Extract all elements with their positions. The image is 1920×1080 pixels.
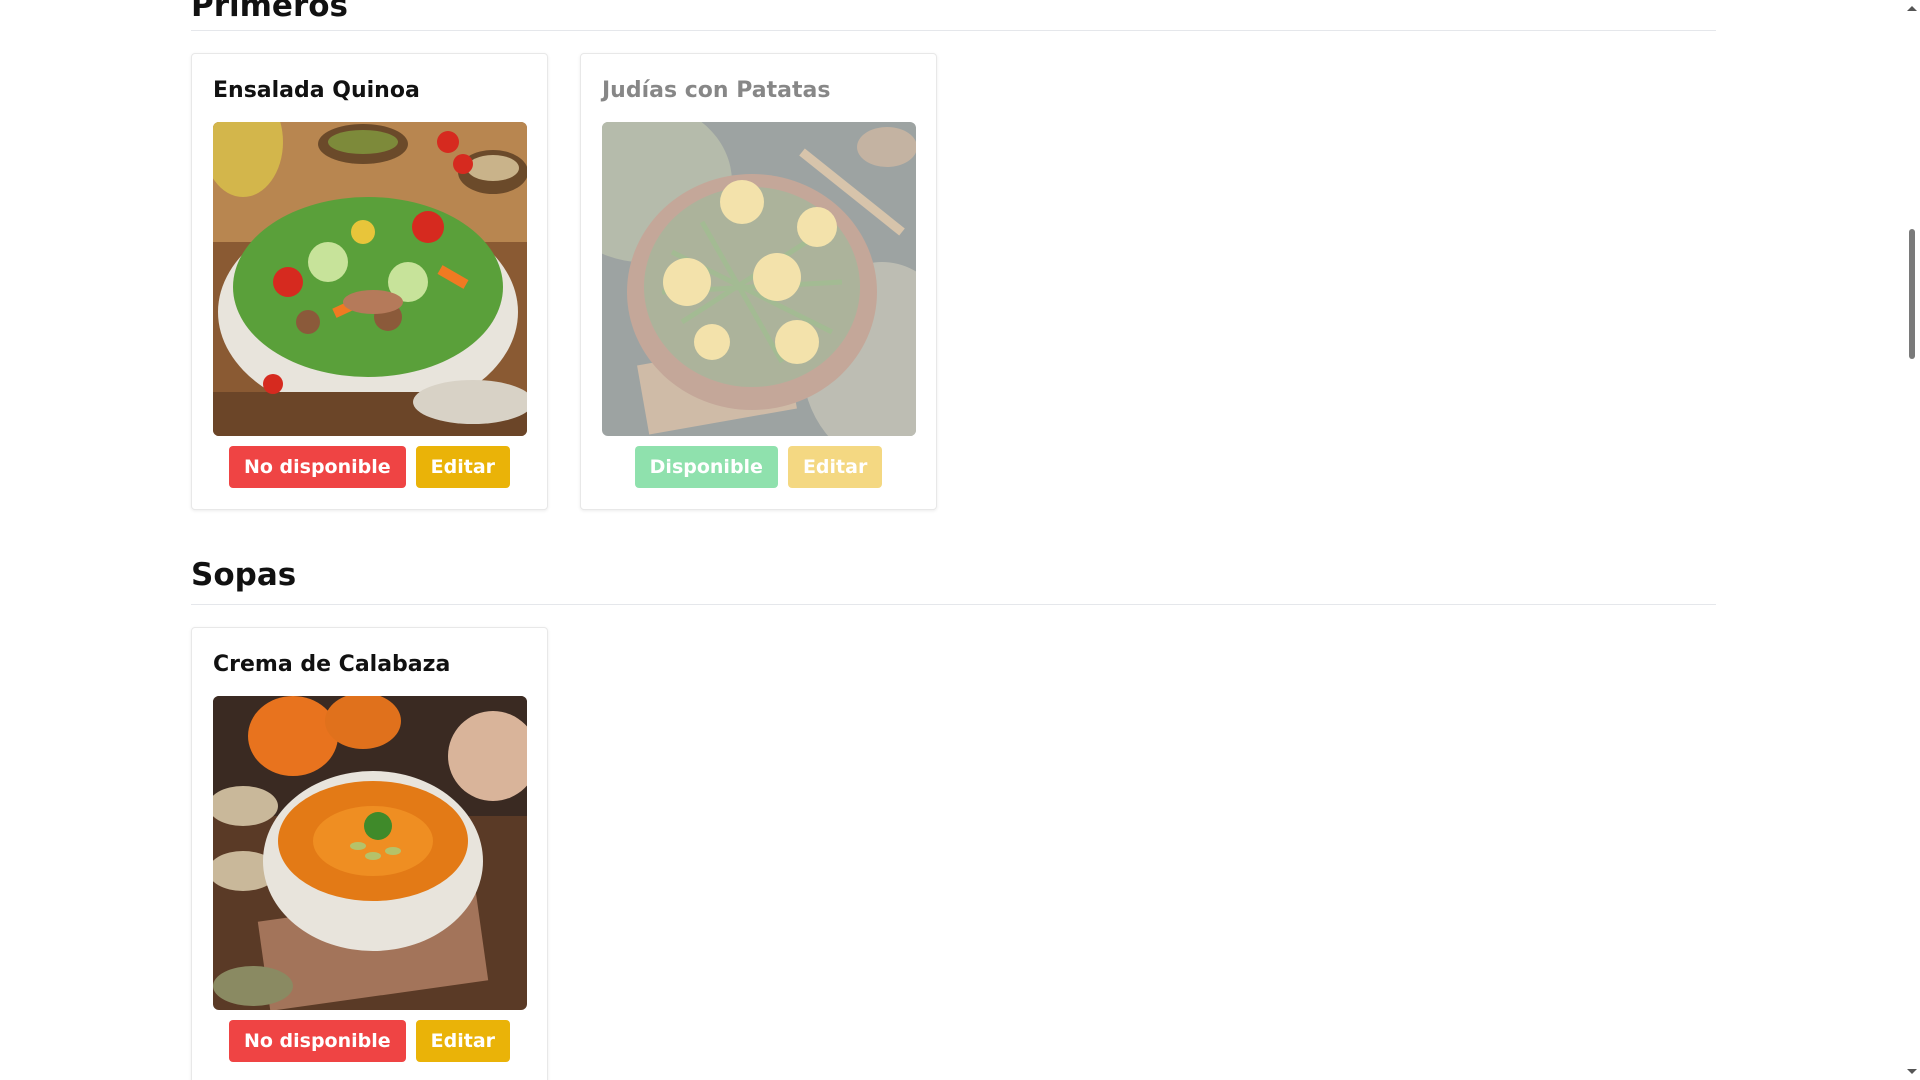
dish-image (213, 122, 527, 436)
section-title: Sopas (191, 557, 297, 593)
dish-image (213, 696, 527, 1010)
toggle-availability-button[interactable]: Disponible (634, 446, 778, 488)
toggle-availability-button[interactable]: No disponible (228, 1020, 406, 1062)
dish-image (602, 122, 916, 436)
section-divider (191, 604, 1716, 605)
dish-actions: Disponible Editar (581, 446, 936, 488)
scroll-up-arrow-icon[interactable] (1907, 6, 1917, 11)
dish-name: Judías con Patatas (602, 78, 831, 103)
dish-card-judias-con-patatas: Judías con Patatas Disponible Editar (580, 53, 937, 510)
edit-button[interactable]: Editar (787, 446, 883, 488)
dish-name: Crema de Calabaza (213, 652, 451, 677)
section-divider (191, 30, 1716, 31)
scroll-down-arrow-icon[interactable] (1907, 1069, 1917, 1074)
dish-name: Ensalada Quinoa (213, 78, 420, 103)
scroll-thumb[interactable] (1909, 229, 1915, 359)
dish-card-crema-de-calabaza: Crema de Calabaza No disponible Editar (191, 627, 548, 1080)
section-title: Primeros (191, 0, 348, 24)
toggle-availability-button[interactable]: No disponible (228, 446, 406, 488)
edit-button[interactable]: Editar (415, 446, 511, 488)
page-scrollbar[interactable] (1903, 0, 1920, 1080)
dish-actions: No disponible Editar (192, 1020, 547, 1062)
dish-actions: No disponible Editar (192, 446, 547, 488)
edit-button[interactable]: Editar (415, 1020, 511, 1062)
dish-card-ensalada-quinoa: Ensalada Quinoa No disponible Editar (191, 53, 548, 510)
